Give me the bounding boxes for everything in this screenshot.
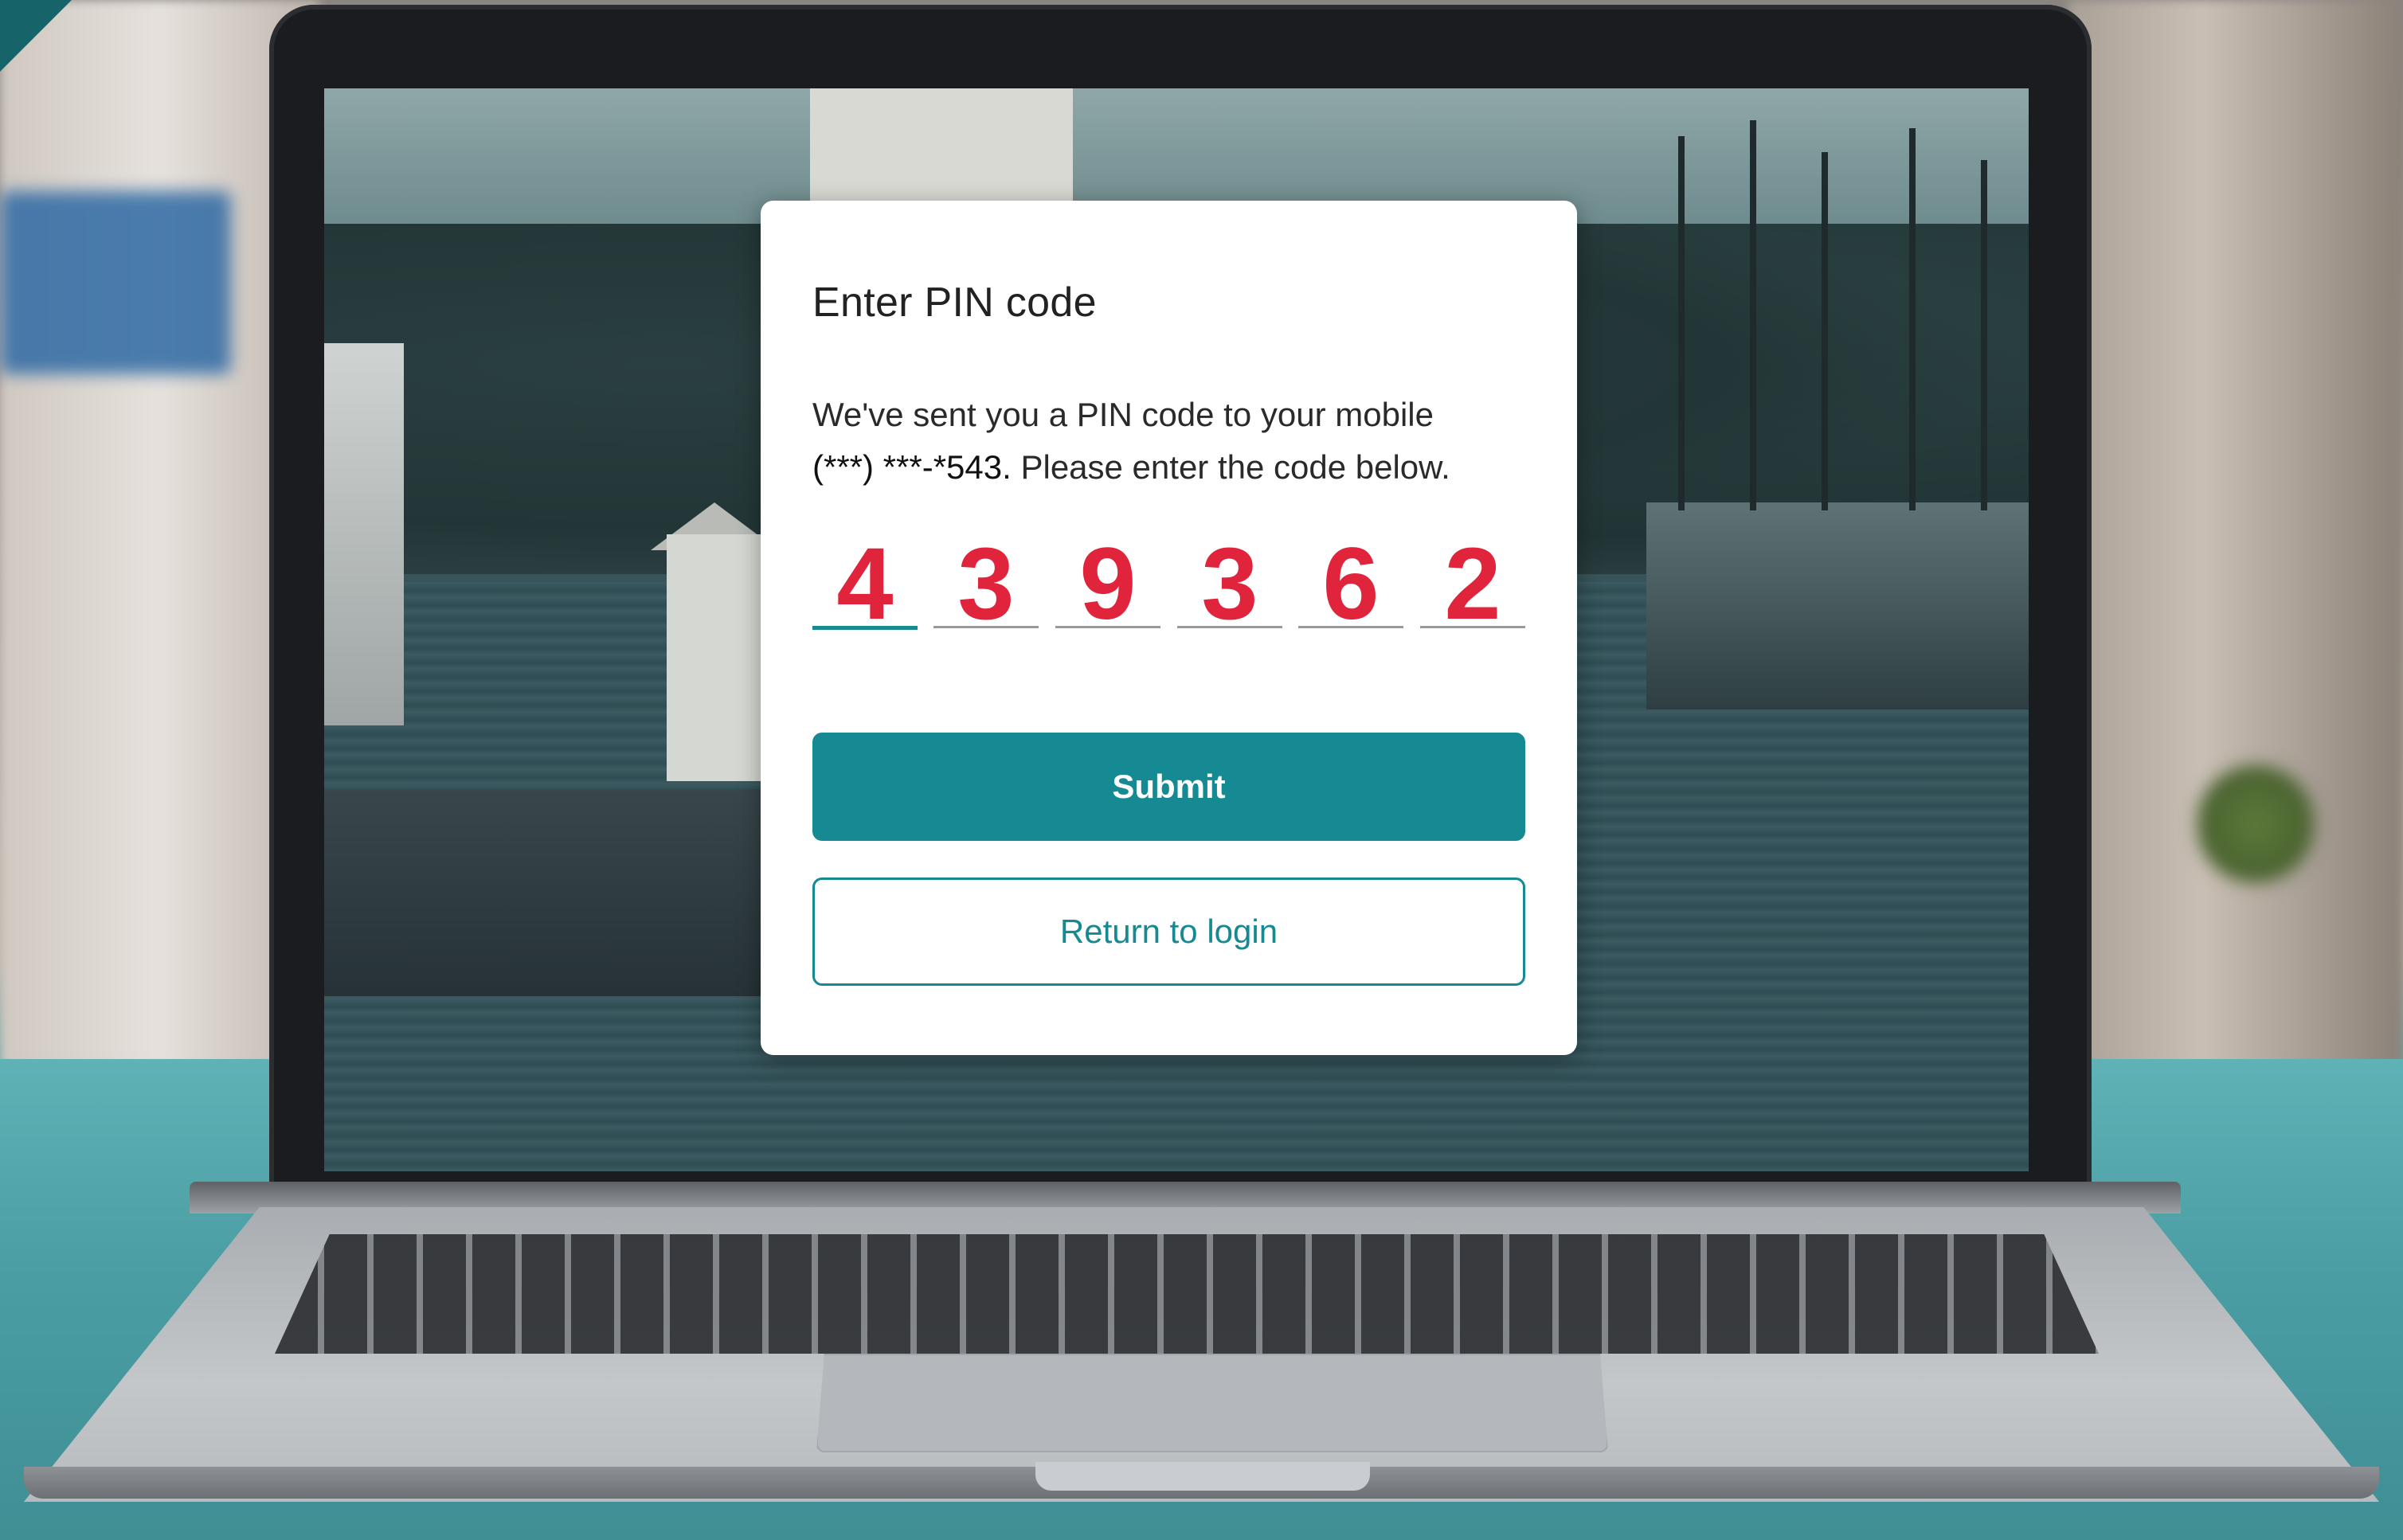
- pin-digit-4[interactable]: 3: [1177, 534, 1282, 635]
- masked-phone-number: (***) ***-*543.: [812, 448, 1012, 486]
- dialog-title: Enter PIN code: [812, 279, 1097, 326]
- shed: [667, 534, 762, 781]
- laptop-trackpad: [816, 1354, 1608, 1452]
- pin-code-dialog: Enter PIN code We've sent you a PIN code…: [761, 201, 1577, 1055]
- pin-digit-6[interactable]: 2: [1420, 534, 1525, 635]
- pin-digit-1[interactable]: 4: [812, 534, 918, 635]
- boat-left: [324, 343, 404, 725]
- boat-mast: [1822, 152, 1828, 510]
- fishing-boats: [1646, 502, 2029, 709]
- boat-mast: [1981, 160, 1987, 510]
- blurred-plant: [2196, 756, 2315, 892]
- boat-mast: [1909, 128, 1916, 510]
- blurred-wall-right: [2068, 0, 2403, 1067]
- dialog-message: We've sent you a PIN code to your mobile…: [812, 389, 1545, 494]
- message-prefix: We've sent you a PIN code to your mobile: [812, 396, 1434, 433]
- laptop-keyboard: [275, 1234, 2099, 1354]
- boat-mast: [1678, 136, 1685, 510]
- boat-mast: [1750, 120, 1756, 510]
- pin-digit-2[interactable]: 3: [933, 534, 1039, 635]
- message-suffix: Please enter the code below.: [1020, 448, 1450, 486]
- laptop-lid-notch: [1035, 1462, 1370, 1491]
- submit-button[interactable]: Submit: [812, 733, 1525, 841]
- corner-ribbon: [0, 0, 72, 72]
- pin-digit-5[interactable]: 6: [1298, 534, 1403, 635]
- pin-input-group: 4 3 9 3 6 2: [812, 534, 1525, 635]
- blurred-sign: [0, 191, 231, 374]
- return-to-login-button[interactable]: Return to login: [812, 877, 1525, 986]
- pin-digit-3[interactable]: 9: [1055, 534, 1160, 635]
- lighthouse: [810, 88, 1073, 212]
- stone-jetty: [324, 789, 770, 996]
